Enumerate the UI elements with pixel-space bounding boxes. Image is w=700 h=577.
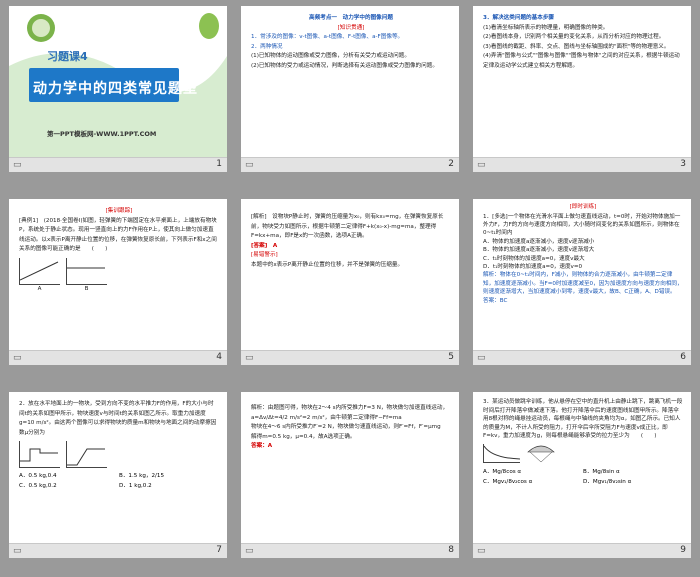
template-site: 第一PPT模板网-WWW.1PPT.COM xyxy=(47,130,157,138)
slide-4[interactable]: [集训跟踪] [典例1] (2018·全国卷Ⅰ)如图，轻弹簧的下端固定在水平桌面… xyxy=(9,199,227,365)
slide-1[interactable]: 习题课4 动力学中的四类常见题型 第一PPT模板网-WWW.1PPT.COM ▭… xyxy=(9,6,227,172)
slide-7[interactable]: 2．放在水平地面上的一物块，受到方向不变的水平推力F的作用，F的大小与时间t的关… xyxy=(9,392,227,558)
slide-footer: ▭ 8 xyxy=(241,543,459,558)
analysis-text: 解析：物体在0~t₁时间内，F减小，则物体的合力逐渐减小，由牛顿第二定律知，加速… xyxy=(483,272,683,296)
slide-icon: ▭ xyxy=(13,353,22,363)
slide-2[interactable]: 高频考点一 动力学中的图像问题 [知识贯通] 1．常涉及的图像：v-t图像、a-… xyxy=(241,6,459,172)
slide-icon: ▭ xyxy=(245,546,254,556)
sub-heading: [集训跟踪] xyxy=(105,208,133,214)
text-line: (1)已知物体的运动图像或受力图像，分析有关受力或运动问题。 xyxy=(251,53,410,60)
slide-footer: ▭ 3 xyxy=(473,157,691,172)
text-line: 2．两种情况 xyxy=(251,43,283,50)
text-line: 3．解决这类问题的基本步骤 xyxy=(483,15,555,21)
warning-text: 本题中的x表示P离开静止位置的位移，并不是弹簧的压缩量。 xyxy=(251,261,404,268)
slide-icon: ▭ xyxy=(477,160,486,170)
analysis-text: [解析] 设物块P静止时，弹簧的压缩量为x₀，则有kx₀=mg，在弹簧恢复原长前… xyxy=(251,214,444,240)
velocity-time-graph xyxy=(483,443,521,463)
text-line: (4)弄清"图像与公式""图像与图像""图像与物体"之间的对应关系，根据牛顿运动… xyxy=(483,53,680,69)
answer: 答案：BC xyxy=(483,297,508,304)
choice-graph-b[interactable]: B xyxy=(66,257,107,295)
slide-9[interactable]: 3．某运动员做跳伞训练，他从悬停在空中的直升机上由静止跳下，跳离飞机一段时间后打… xyxy=(473,392,691,558)
option-c[interactable]: C．Mgv₁/8v₂cos α xyxy=(483,477,583,487)
slide-5[interactable]: [解析] 设物块P静止时，弹簧的压缩量为x₀，则有kx₀=mg，在弹簧恢复原长前… xyxy=(241,199,459,365)
velocity-time-graph xyxy=(66,441,107,469)
slide-footer: ▭ 5 xyxy=(241,350,459,365)
text-line: (1)看清坐标轴所表示的物理量，明确图像的种类。 xyxy=(483,24,609,31)
question-text: 2．放在水平地面上的一物块，受到方向不变的水平推力F的作用，F的大小与时间t的关… xyxy=(19,401,217,436)
sub-heading: [即时训练] xyxy=(569,204,597,210)
choice-graphs: A B xyxy=(19,257,219,295)
slide-footer: ▭ 6 xyxy=(473,350,691,365)
lesson-tag: 习题课4 xyxy=(47,50,88,63)
text-line: 1．常涉及的图像：v-t图像、a-t图像、F-t图像、a-F图像等。 xyxy=(251,34,404,41)
slide-title: 动力学中的四类常见题型 xyxy=(33,81,198,97)
slide-8[interactable]: 解析：由题图可得，物块在2～4 s内所受推力F=3 N，物块做匀加速直线运动，a… xyxy=(241,392,459,558)
analysis-text: 解得m=0.5 kg，μ=0.4，故A选项正确。 xyxy=(251,433,356,440)
option-d[interactable]: D．1 kg,0.2 xyxy=(119,481,219,491)
text-line: (3)看图线的截距、斜率、交点、图线与坐标轴围成的"面积"等的物理意义。 xyxy=(483,43,670,50)
question-graphs xyxy=(483,443,683,464)
analysis-text: 物块在4～6 s内所受推力F′=2 N，物块做匀速直线运动，则F′=Ff，F′=… xyxy=(251,424,441,431)
sub-heading: [知识贯通] xyxy=(337,24,365,31)
slide-footer: ▭ 9 xyxy=(473,543,691,558)
option-b[interactable]: B．Mg/8sin α xyxy=(583,467,683,477)
option[interactable]: C．t₁时刻物体的加速度a=0，速度v最大 xyxy=(483,255,683,263)
option[interactable]: D．t₁时刻物体的加速度a=0，速度v=0 xyxy=(483,263,683,271)
slide-footer: ▭ 7 xyxy=(9,543,227,558)
slide-icon: ▭ xyxy=(245,160,254,170)
option[interactable]: A．物体的加速度a逐渐减小，速度v逐渐减小 xyxy=(483,238,683,246)
option-a[interactable]: A．Mg/8cos α xyxy=(483,467,583,477)
question-text: 1．[多选]一个物体在光滑水平面上做匀速直线运动，t=0时，开始对物体施加一外力… xyxy=(483,213,681,237)
slide-icon: ▭ xyxy=(13,546,22,556)
question-graphs xyxy=(19,441,219,469)
option-c[interactable]: C．0.5 kg,0.2 xyxy=(19,481,119,491)
slide-footer: ▭ 1 xyxy=(9,157,227,172)
slide-icon: ▭ xyxy=(477,546,486,556)
question-text: 3．某运动员做跳伞训练，他从悬停在空中的直升机上由静止跳下，跳离飞机一段时间后打… xyxy=(483,399,683,440)
slide-footer: ▭ 2 xyxy=(241,157,459,172)
options: A．Mg/8cos α B．Mg/8sin α C．Mgv₁/8v₂cos α … xyxy=(483,467,683,487)
options: A．0.5 kg,0.4 B．1.5 kg，2/15 C．0.5 kg,0.2 … xyxy=(19,471,219,491)
slide-footer: ▭ 4 xyxy=(9,350,227,365)
option[interactable]: B．物体的加速度a逐渐减小，速度v逐渐增大 xyxy=(483,246,683,254)
slide-6[interactable]: [即时训练] 1．[多选]一个物体在光滑水平面上做匀速直线运动，t=0时，开始对… xyxy=(473,199,691,365)
analysis-text: 解析：由题图可得，物块在2～4 s内所受推力F=3 N，物块做匀加速直线运动，a… xyxy=(251,405,449,421)
text-line: (2)看图线本身，识别两个相关量的变化关系，从而分析对应的物理过程。 xyxy=(483,34,665,41)
text-line: (2)已知物体的受力或运动情况，判断选择有关运动图像或受力图像的问题。 xyxy=(251,62,438,69)
choice-graph-a[interactable]: A xyxy=(19,257,60,295)
answer: 答案：A xyxy=(251,443,273,450)
force-time-graph xyxy=(19,441,60,469)
plant-icon xyxy=(199,13,219,39)
slide-icon: ▭ xyxy=(245,353,254,363)
slide-3[interactable]: 3．解决这类问题的基本步骤 (1)看清坐标轴所表示的物理量，明确图像的种类。 (… xyxy=(473,6,691,172)
parachute-icon xyxy=(526,444,556,464)
option-d[interactable]: D．Mgv₁/8v₂sin α xyxy=(583,477,683,487)
slide-icon: ▭ xyxy=(477,353,486,363)
question-text: [典例1] (2018·全国卷Ⅰ)如图，轻弹簧的下端固定在水平桌面上，上端放有物… xyxy=(19,217,217,253)
section-heading: 高频考点一 动力学中的图像问题 xyxy=(309,15,393,21)
warning-heading: [易错警示] xyxy=(251,252,278,259)
option-a[interactable]: A．0.5 kg,0.4 xyxy=(19,471,119,481)
answer: [答案] A xyxy=(251,242,278,249)
option-b[interactable]: B．1.5 kg，2/15 xyxy=(119,471,219,481)
slide-icon: ▭ xyxy=(13,160,22,170)
